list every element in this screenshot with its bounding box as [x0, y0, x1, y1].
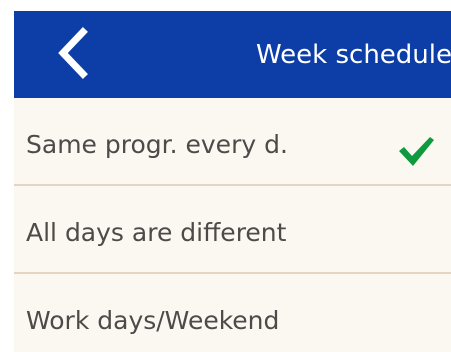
checkmark-icon [397, 136, 435, 167]
option-all-days-different[interactable]: All days are different [14, 186, 451, 272]
page-title: Week schedule [255, 40, 451, 70]
option-same-program-every-day[interactable]: Same progr. every d. [14, 98, 451, 184]
week-schedule-screen: Week schedule Same progr. every d. All d… [14, 11, 451, 352]
option-label: Work days/Weekend [26, 306, 280, 335]
option-label: Same progr. every d. [26, 130, 288, 159]
header-bar: Week schedule [14, 11, 451, 98]
back-button[interactable] [50, 25, 94, 81]
option-work-days-weekend[interactable]: Work days/Weekend [14, 274, 451, 352]
option-label: All days are different [26, 218, 287, 247]
chevron-left-icon [58, 27, 88, 79]
schedule-options-list: Same progr. every d. All days are differ… [14, 98, 451, 352]
